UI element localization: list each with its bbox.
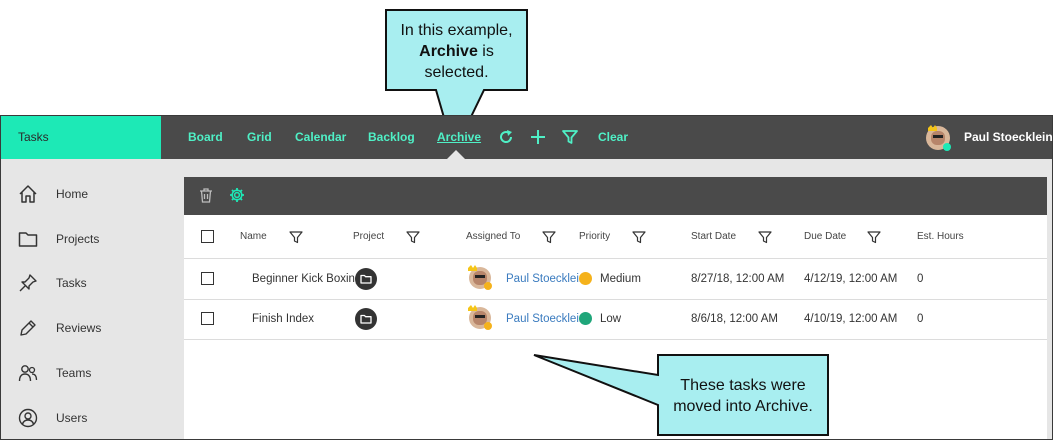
app-window: Tasks Board Grid Calendar Backlog Archiv… [0,115,1053,440]
priority-value: Low [600,313,622,325]
add-icon[interactable] [529,128,547,146]
assignee-avatar [468,265,492,290]
callout-top-bold: Archive [419,43,478,60]
task-name[interactable]: Finish Index [252,300,356,338]
callout-bottom-line2: moved into Archive. [673,398,813,415]
row-checkbox[interactable] [201,272,214,285]
panel-toolbar [184,177,1047,215]
filter-icon[interactable] [406,230,420,244]
column-header-start-date[interactable]: Start Date [691,215,736,259]
task-name[interactable]: Beginner Kick Boxing [252,260,356,298]
sidebar-item-projects[interactable]: Projects [1,219,184,259]
priority-dot [579,312,592,325]
project-button[interactable] [355,308,377,330]
sidebar-item-label: Home [56,187,89,201]
folder-icon [360,274,372,284]
app-brand[interactable]: Tasks [1,116,161,159]
priority-value: Medium [600,273,641,285]
nav-board[interactable]: Board [188,116,223,159]
sidebar-item-label: Reviews [56,321,102,335]
due-date: 4/10/19, 12:00 AM [804,313,898,325]
user-circle-icon [18,408,38,428]
callout-top-line2: Archive is [386,41,527,62]
assignee-avatar [468,305,492,330]
filter-icon[interactable] [632,230,646,244]
filter-icon[interactable] [289,230,303,244]
callout-bottom-text: These tasks were moved into Archive. [660,375,826,417]
sidebar-item-label: Users [56,411,88,425]
column-header-est-hours[interactable]: Est. Hours [917,215,964,259]
table-row[interactable]: Beginner Kick Boxing Paul Stoecklein Med… [184,260,1047,300]
top-bar: Tasks Board Grid Calendar Backlog Archiv… [1,116,1052,159]
pen-icon [20,320,36,336]
nav-calendar[interactable]: Calendar [295,116,346,159]
est-hours: 0 [917,273,924,285]
sidebar-item-teams[interactable]: Teams [1,353,184,393]
sidebar-item-tasks[interactable]: Tasks [1,263,184,303]
folder-icon [360,314,372,324]
column-header-assigned-to[interactable]: Assigned To [466,215,520,259]
trash-icon[interactable] [198,187,214,203]
column-header-project[interactable]: Project [353,215,384,259]
callout-top-text: In this example, Archive is selected. [386,20,527,83]
clear-button[interactable]: Clear [598,116,628,159]
callout-top-line1: In this example, [400,22,513,39]
sidebar-item-label: Tasks [56,276,87,290]
active-nav-caret [447,150,465,159]
assignee-link[interactable]: Paul Stoecklein [506,260,580,298]
table-header: Name Project Assigned To Priority Start … [184,215,1047,259]
filter-icon[interactable] [542,230,556,244]
priority-dot [579,272,592,285]
callout-bottom-line1: These tasks were [680,377,806,394]
column-header-priority[interactable]: Priority [579,215,610,259]
due-date: 4/12/19, 12:00 AM [804,273,898,285]
nav-backlog[interactable]: Backlog [368,116,415,159]
filter-icon[interactable] [867,230,881,244]
refresh-icon[interactable] [497,128,515,146]
select-all-checkbox[interactable] [201,230,214,243]
sidebar-item-reviews[interactable]: Reviews [1,308,184,348]
folder-icon [18,232,38,247]
filter-icon[interactable] [758,230,772,244]
sidebar-item-home[interactable]: Home [1,174,184,214]
callout-top-line3: selected. [424,64,489,81]
filter-icon[interactable] [561,128,579,146]
pin-icon [19,274,37,292]
row-checkbox[interactable] [201,312,214,325]
start-date: 8/27/18, 12:00 AM [691,273,785,285]
stage: In this example, Archive is selected. Ta… [0,0,1053,440]
sidebar: Home Projects Tasks Reviews Teams Users [1,159,184,439]
sidebar-item-label: Projects [56,232,100,246]
sidebar-item-users[interactable]: Users [1,398,184,438]
table-row[interactable]: Finish Index Paul Stoecklein Low 8/6/18,… [184,300,1047,340]
column-header-due-date[interactable]: Due Date [804,215,846,259]
est-hours: 0 [917,313,924,325]
column-header-name[interactable]: Name [240,215,267,259]
start-date: 8/6/18, 12:00 AM [691,313,778,325]
user-name[interactable]: Paul Stoecklein [964,116,1052,159]
home-icon [19,185,37,203]
project-button[interactable] [355,268,377,290]
assignee-link[interactable]: Paul Stoecklein [506,300,580,338]
user-avatar[interactable] [925,125,951,151]
nav-grid[interactable]: Grid [247,116,272,159]
gear-icon[interactable] [229,187,245,203]
sidebar-item-label: Teams [56,366,92,380]
people-icon [18,365,38,382]
callout-top-line2-rest: is [477,43,494,60]
